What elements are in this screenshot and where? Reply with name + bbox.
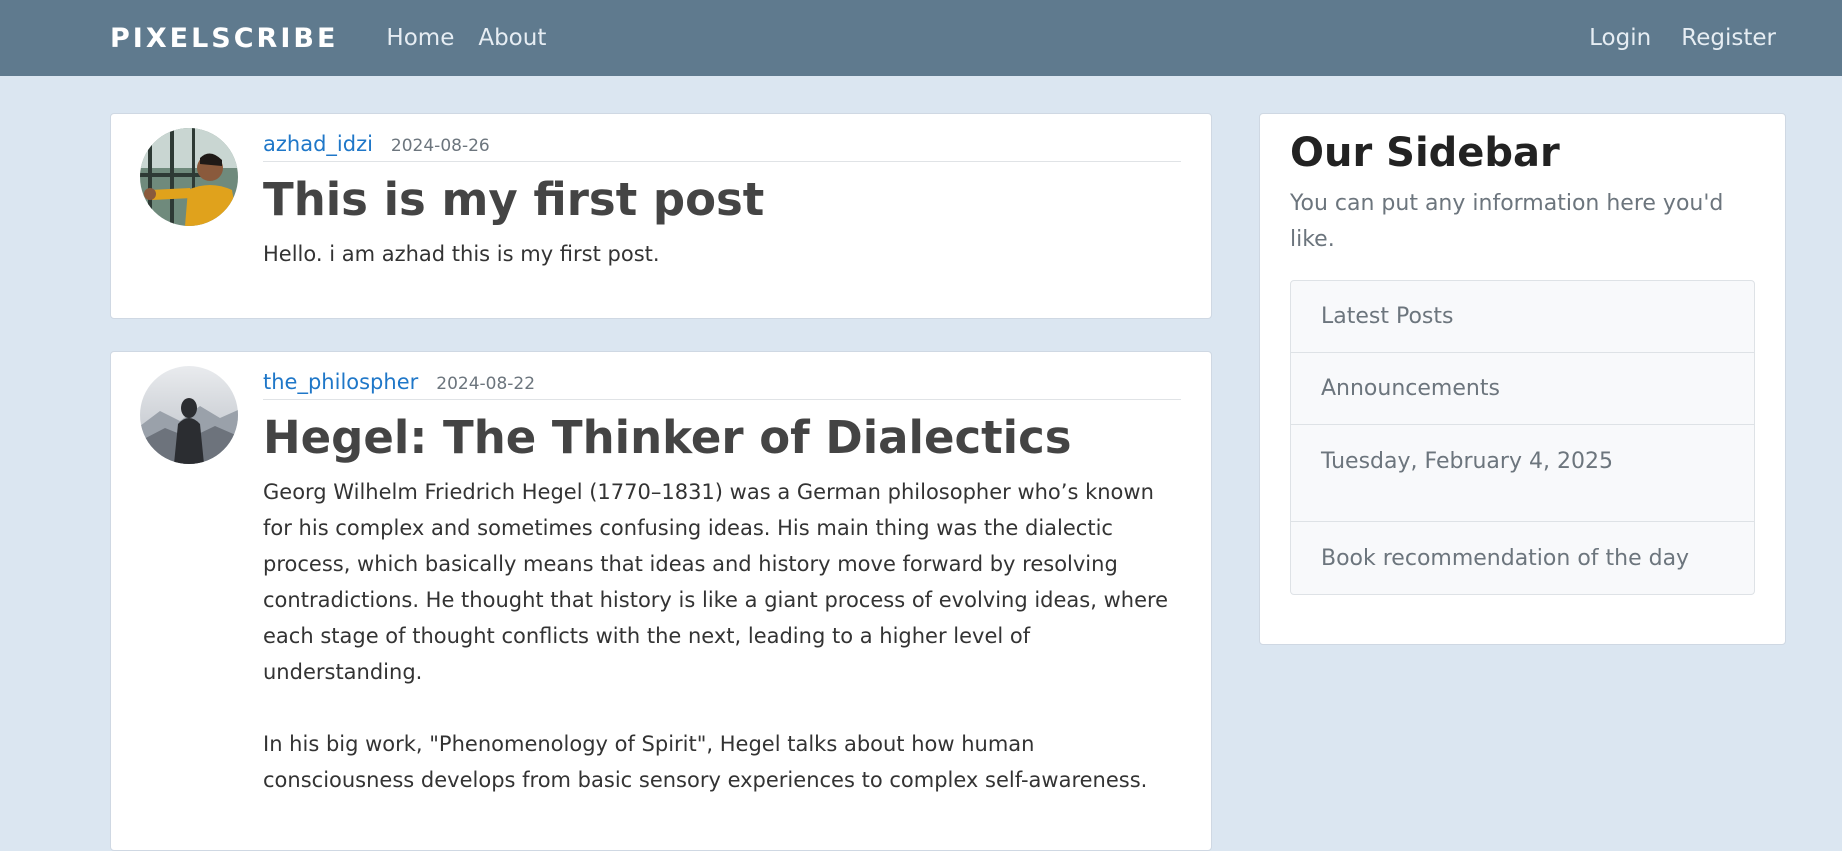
post-meta: azhad_idzi 2024-08-26	[263, 132, 1181, 162]
sidebar-description: You can put any information here you'd l…	[1290, 191, 1724, 252]
avatar	[140, 366, 238, 464]
sidebar-item-latest-posts[interactable]: Latest Posts	[1291, 281, 1754, 353]
post-meta: the_philospher 2024-08-22	[263, 370, 1181, 400]
nav-link-login[interactable]: Login	[1589, 25, 1651, 51]
post-body: the_philospher 2024-08-22 Hegel: The Thi…	[263, 370, 1181, 834]
post-date: 2024-08-22	[436, 374, 536, 394]
brand-logo[interactable]: PIXELSCRIBE	[110, 23, 338, 54]
nav-link-about[interactable]: About	[478, 25, 546, 51]
post-title[interactable]: This is my first post	[263, 174, 1181, 226]
post-content: Georg Wilhelm Friedrich Hegel (1770–1831…	[263, 474, 1181, 798]
top-navbar: PIXELSCRIBE Home About Login Register	[0, 0, 1842, 76]
post-author-link[interactable]: the_philospher	[263, 370, 418, 394]
nav-link-home[interactable]: Home	[386, 25, 454, 51]
sidebar: Our Sidebar You can put any information …	[1259, 113, 1786, 645]
nav-auth-links: Login Register	[1564, 25, 1776, 51]
post-body: azhad_idzi 2024-08-26 This is my first p…	[263, 132, 1181, 308]
sidebar-item-book-recommendation[interactable]: Book recommendation of the day	[1291, 522, 1754, 594]
sidebar-item-announcements[interactable]: Announcements	[1291, 353, 1754, 425]
post-paragraph: Georg Wilhelm Friedrich Hegel (1770–1831…	[263, 479, 1169, 684]
post-paragraph: Hello. i am azhad this is my first post.	[263, 241, 660, 266]
post-title[interactable]: Hegel: The Thinker of Dialectics	[263, 412, 1181, 464]
sidebar-list: Latest Posts Announcements Tuesday, Febr…	[1290, 280, 1755, 595]
post-card: azhad_idzi 2024-08-26 This is my first p…	[110, 113, 1212, 319]
sidebar-item-date[interactable]: Tuesday, February 4, 2025	[1291, 425, 1754, 522]
post-card: the_philospher 2024-08-22 Hegel: The Thi…	[110, 351, 1212, 851]
avatar	[140, 128, 238, 226]
post-paragraph: In his big work, "Phenomenology of Spiri…	[263, 731, 1148, 792]
nav-link-register[interactable]: Register	[1681, 25, 1776, 51]
sidebar-title: Our Sidebar	[1290, 130, 1560, 176]
post-author-link[interactable]: azhad_idzi	[263, 132, 373, 156]
post-content: Hello. i am azhad this is my first post.	[263, 236, 1181, 272]
post-date: 2024-08-26	[390, 136, 490, 156]
main-container: azhad_idzi 2024-08-26 This is my first p…	[0, 76, 1842, 851]
